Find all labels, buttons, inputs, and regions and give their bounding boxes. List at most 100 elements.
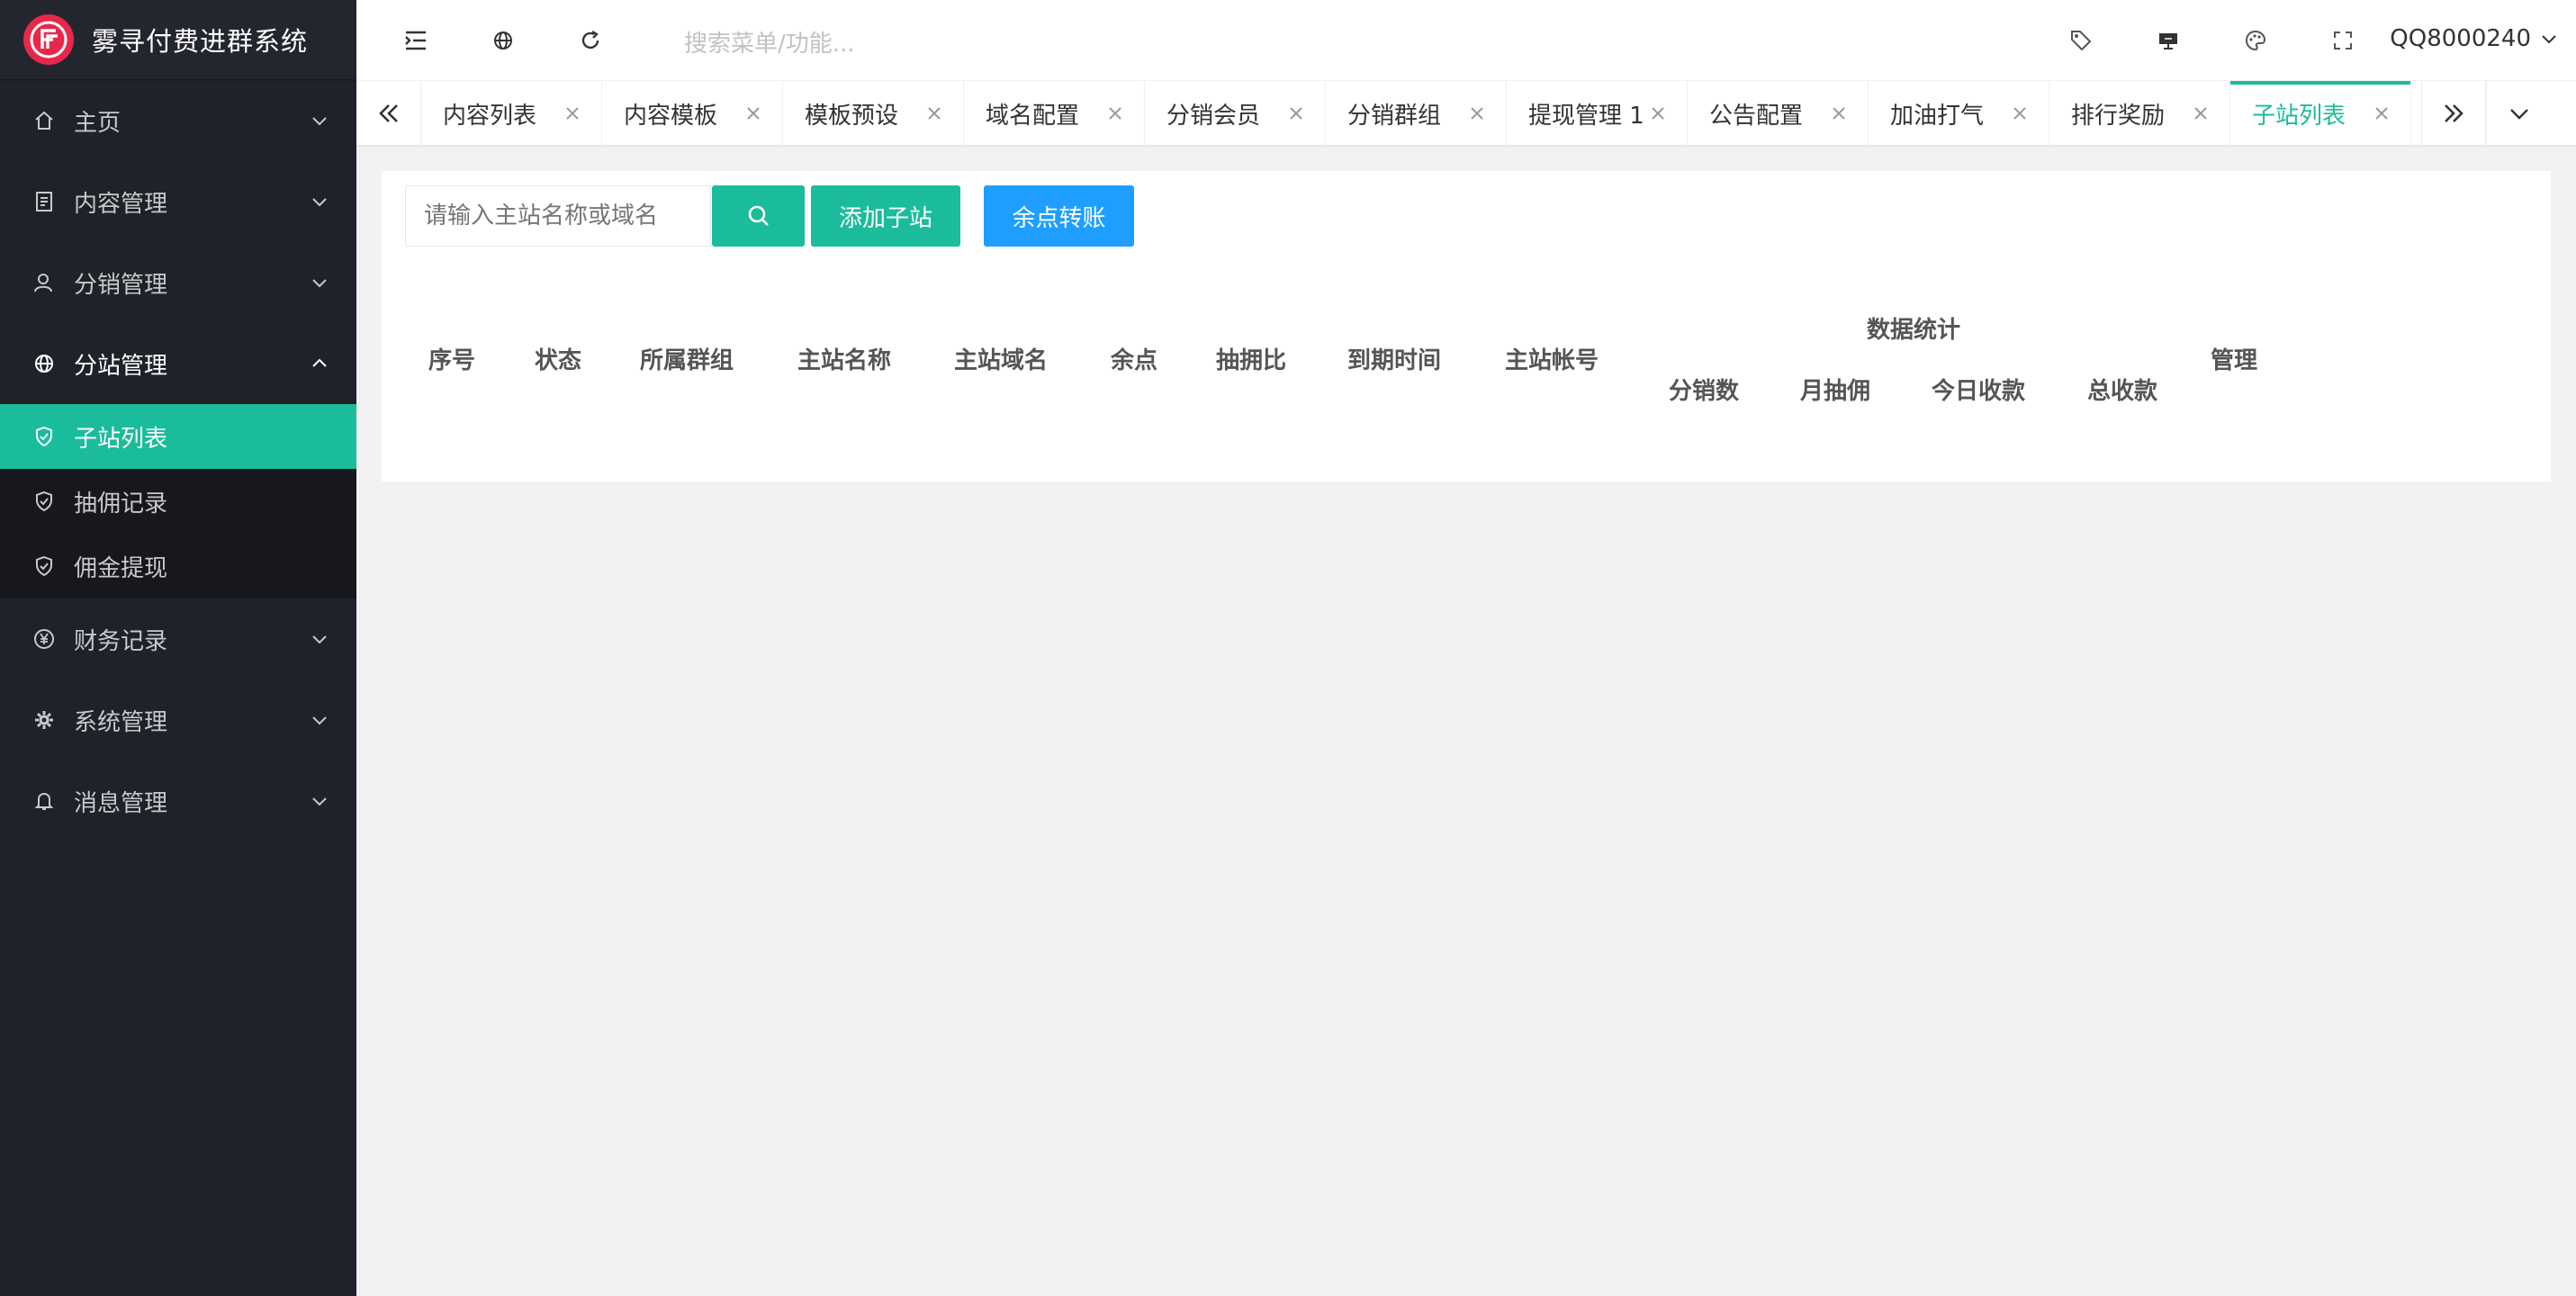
yen-icon (32, 627, 56, 651)
sidebar-item-label: 子站列表 (74, 425, 168, 453)
sidebar-item-substation-list[interactable]: 子站列表 (0, 404, 356, 469)
sidebar-item-label: 分站管理 (74, 352, 168, 380)
close-icon[interactable] (925, 104, 943, 122)
user-name: QQ8000240 (2390, 25, 2531, 52)
app-title: 雾寻付费进群系统 (92, 26, 309, 57)
palette-icon[interactable] (2239, 24, 2272, 57)
home-icon (32, 109, 56, 132)
substation-list-panel: 添加子站 余点转账 序号 状态 所属群组 主站名称 主站域名 余点 抽拥比 到期… (382, 171, 2551, 482)
tab-announcement-config[interactable]: 公告配置 (1688, 81, 1869, 146)
tab-label: 模板预设 (805, 102, 899, 130)
refresh-icon[interactable] (574, 24, 607, 57)
chevron-down-icon (312, 198, 327, 207)
close-icon[interactable] (1287, 104, 1305, 122)
close-icon[interactable] (2192, 104, 2210, 122)
top-header: 搜索菜单/功能... QQ8000240 (356, 0, 2576, 81)
monitor-icon[interactable] (2152, 24, 2184, 57)
tab-ranking-rewards[interactable]: 排行奖励 (2049, 81, 2230, 146)
sidebar-item-substation[interactable]: 分站管理 (0, 323, 356, 404)
tabs-scroll-left[interactable] (356, 81, 421, 146)
tab-label: 排行奖励 (2071, 102, 2166, 130)
shield-check-icon (32, 425, 56, 448)
sidebar-item-finance[interactable]: 财务记录 (0, 598, 356, 680)
fullscreen-icon[interactable] (2327, 24, 2359, 57)
menu-search-input[interactable]: 搜索菜单/功能... (684, 25, 855, 58)
sidebar-nav: 主页 内容管理 分销管理 分站管理 子站列表 抽佣记录 佣金提现 财务记录 系统… (0, 80, 356, 842)
close-icon[interactable] (744, 104, 762, 122)
globe-icon[interactable] (487, 24, 519, 57)
close-icon[interactable] (2373, 104, 2391, 122)
tab-domain-config[interactable]: 域名配置 (964, 81, 1145, 146)
tab-label: 公告配置 (1709, 102, 1804, 130)
col-header-balance: 余点 (1111, 347, 1158, 374)
user-menu[interactable]: QQ8000240 (2390, 25, 2558, 52)
col-header-monthly-commission: 月抽佣 (1800, 378, 1871, 405)
col-header-index: 序号 (428, 347, 476, 374)
tab-substation-list[interactable]: 子站列表 (2230, 81, 2411, 146)
sidebar-item-label: 抽佣记录 (74, 490, 168, 518)
tabs-bar: 内容列表 内容模板 模板预设 域名配置 分销会员 分销群组 提现管理 1 公告配… (356, 81, 2576, 146)
sidebar-item-label: 佣金提现 (74, 554, 168, 582)
logo[interactable]: 雾寻付费进群系统 (0, 0, 356, 79)
double-chevron-left-icon (378, 104, 398, 122)
close-icon[interactable] (1649, 104, 1667, 122)
close-icon[interactable] (563, 104, 581, 122)
sidebar-item-messages[interactable]: 消息管理 (0, 760, 356, 842)
sidebar-item-label: 分销管理 (74, 271, 168, 299)
gear-icon (32, 708, 56, 732)
tab-label: 提现管理 1 (1528, 102, 1644, 130)
sidebar-item-commission-records[interactable]: 抽佣记录 (0, 469, 356, 534)
chevron-down-icon (312, 716, 327, 725)
col-header-account: 主站帐号 (1505, 347, 1599, 374)
sidebar-item-system[interactable]: 系统管理 (0, 680, 356, 760)
tab-content-template[interactable]: 内容模板 (602, 81, 783, 146)
substation-search-input[interactable] (405, 185, 711, 247)
close-icon[interactable] (1468, 104, 1486, 122)
balance-transfer-button[interactable]: 余点转账 (984, 185, 1134, 247)
col-group-header-stats: 数据统计 (1867, 317, 1961, 344)
tab-list: 内容列表 内容模板 模板预设 域名配置 分销会员 分销群组 提现管理 1 公告配… (421, 81, 2411, 146)
col-header-group: 所属群组 (640, 347, 734, 374)
menu-fold-icon[interactable] (400, 24, 432, 57)
close-icon[interactable] (2011, 104, 2029, 122)
sidebar-item-label: 消息管理 (74, 789, 168, 817)
col-header-site-domain: 主站域名 (954, 347, 1049, 374)
chevron-down-icon (2509, 109, 2528, 120)
search-button[interactable] (712, 185, 805, 247)
sidebar-item-label: 系统管理 (74, 708, 168, 736)
sidebar-item-content[interactable]: 内容管理 (0, 161, 356, 242)
tab-template-preset[interactable]: 模板预设 (783, 81, 964, 146)
close-icon[interactable] (1106, 104, 1124, 122)
col-header-expiry: 到期时间 (1347, 347, 1442, 374)
document-icon (32, 190, 56, 213)
sidebar-item-label: 主页 (74, 109, 122, 137)
search-icon (748, 205, 769, 226)
sidebar-item-distribution[interactable]: 分销管理 (0, 242, 356, 323)
tab-label: 分销群组 (1347, 102, 1442, 130)
col-header-manage: 管理 (2211, 347, 2258, 374)
tab-content-list[interactable]: 内容列表 (421, 81, 602, 146)
chevron-down-icon (312, 279, 327, 288)
tab-label: 内容列表 (443, 102, 537, 130)
sidebar: 雾寻付费进群系统 主页 内容管理 分销管理 分站管理 子站列表 抽佣记录 佣金提… (0, 0, 356, 1296)
tab-distribution-groups[interactable]: 分销群组 (1326, 81, 1507, 146)
shield-check-icon (32, 490, 56, 513)
chevron-up-icon (312, 358, 327, 367)
col-header-commission-ratio: 抽拥比 (1216, 347, 1287, 374)
col-header-today-income: 今日收款 (1932, 378, 2026, 405)
globe-icon (32, 352, 56, 375)
sidebar-item-commission-withdraw[interactable]: 佣金提现 (0, 534, 356, 598)
tabs-dropdown[interactable] (2486, 81, 2551, 146)
add-substation-button[interactable]: 添加子站 (811, 185, 960, 247)
tab-label: 内容模板 (624, 102, 718, 130)
tab-cheer[interactable]: 加油打气 (1869, 81, 2049, 146)
sidebar-item-home[interactable]: 主页 (0, 80, 356, 161)
tab-distribution-members[interactable]: 分销会员 (1145, 81, 1326, 146)
tag-icon[interactable] (2065, 24, 2097, 57)
chevron-down-icon (312, 797, 327, 806)
close-icon[interactable] (1830, 104, 1848, 122)
user-icon (32, 271, 56, 294)
tabs-scroll-right[interactable] (2421, 81, 2486, 146)
chevron-down-icon (312, 635, 327, 644)
tab-withdraw-management[interactable]: 提现管理 1 (1507, 81, 1688, 146)
